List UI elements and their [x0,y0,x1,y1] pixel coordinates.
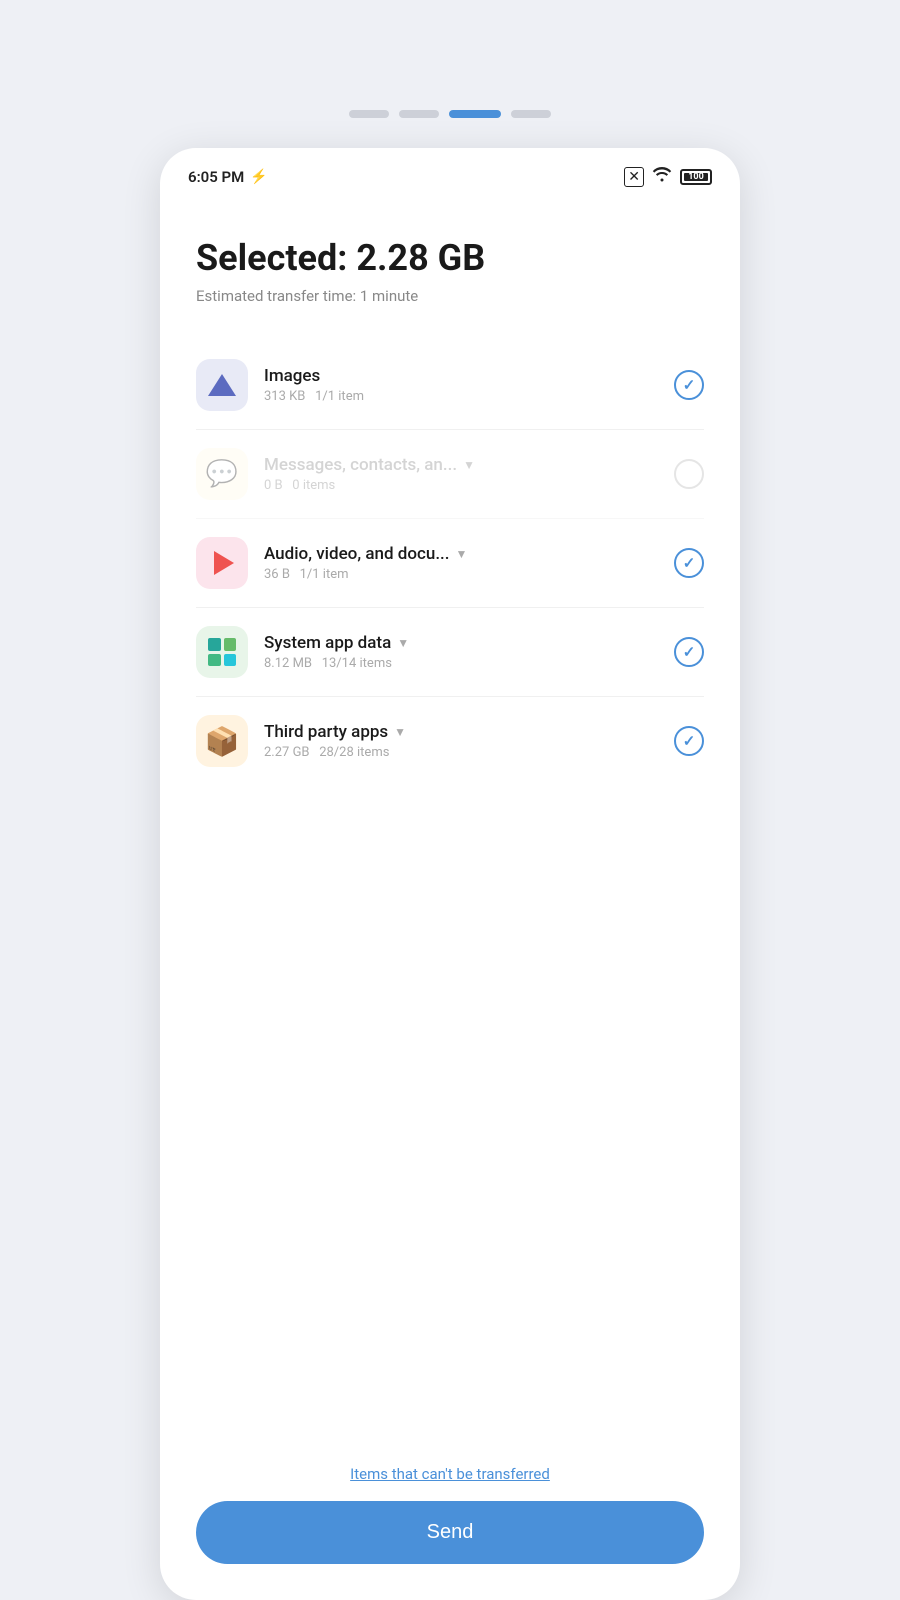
send-button[interactable]: Send [196,1501,704,1564]
audio-play-icon [214,551,234,575]
third-name-text: Third party apps [264,722,388,742]
messages-checkbox[interactable] [674,459,704,489]
images-icon-wrap [196,359,248,411]
audio-name: Audio, video, and docu... ▼ [264,544,658,564]
system-checkbox[interactable]: ✓ [674,637,704,667]
images-name: Images [264,366,658,386]
indicator-3[interactable] [449,110,501,118]
list-item[interactable]: Images 313 KB 1/1 item ✓ [196,341,704,430]
third-meta: 2.27 GB 28/28 items [264,745,658,760]
third-name: Third party apps ▼ [264,722,658,742]
third-checkbox[interactable]: ✓ [674,726,704,756]
page-indicators [349,110,551,118]
images-meta: 313 KB 1/1 item [264,389,658,404]
third-icon-wrap: 📦 [196,715,248,767]
battery-icon: 100 [680,169,712,185]
third-info: Third party apps ▼ 2.27 GB 28/28 items [264,722,658,760]
wifi-icon [652,166,672,187]
battery-text: 100 [688,172,704,182]
audio-info: Audio, video, and docu... ▼ 36 B 1/1 ite… [264,544,658,582]
status-icons: ✕ 100 [624,166,712,187]
system-meta: 8.12 MB 13/14 items [264,656,658,671]
third-box-icon: 📦 [205,725,240,758]
audio-icon-wrap [196,537,248,589]
third-checkmark: ✓ [683,732,696,750]
indicator-1[interactable] [349,110,389,118]
third-dropdown-icon: ▼ [394,725,406,739]
cam-indicator: ✕ [624,167,644,187]
audio-checkmark: ✓ [683,554,696,572]
cam-x: ✕ [628,169,640,185]
audio-dropdown-icon: ▼ [456,547,468,561]
system-checkmark: ✓ [683,643,696,661]
cant-transfer-link[interactable]: Items that can't be transferred [350,1465,550,1483]
charge-icon: ⚡ [250,169,267,185]
system-name: System app data ▼ [264,633,658,653]
time-text: 6:05 PM [188,168,244,186]
messages-info: Messages, contacts, an... ▼ 0 B 0 items [264,455,658,493]
messages-dropdown-icon: ▼ [463,458,475,472]
images-checkbox[interactable]: ✓ [674,370,704,400]
list-item[interactable]: Audio, video, and docu... ▼ 36 B 1/1 ite… [196,519,704,608]
list-item[interactable]: 📦 Third party apps ▼ 2.27 GB 28/28 items… [196,697,704,785]
system-icon-wrap [196,626,248,678]
indicator-4[interactable] [511,110,551,118]
messages-meta: 0 B 0 items [264,478,658,493]
audio-checkbox[interactable]: ✓ [674,548,704,578]
indicator-2[interactable] [399,110,439,118]
status-bar: 6:05 PM ⚡ ✕ 100 [160,148,740,197]
system-info: System app data ▼ 8.12 MB 13/14 items [264,633,658,671]
system-grid-icon [208,638,236,666]
images-checkmark: ✓ [683,376,696,394]
list-item[interactable]: 💬 Messages, contacts, an... ▼ 0 B 0 item… [196,430,704,519]
selected-title: Selected: 2.28 GB [196,237,704,279]
system-dropdown-icon: ▼ [397,636,409,650]
main-content: Selected: 2.28 GB Estimated transfer tim… [160,197,740,1445]
messages-chat-icon: 💬 [206,459,238,489]
audio-meta: 36 B 1/1 item [264,567,658,582]
list-item[interactable]: System app data ▼ 8.12 MB 13/14 items ✓ [196,608,704,697]
messages-name: Messages, contacts, an... ▼ [264,455,658,475]
images-triangle-icon [208,374,236,396]
images-info: Images 313 KB 1/1 item [264,366,658,404]
footer: Items that can't be transferred Send [160,1445,740,1600]
status-time: 6:05 PM ⚡ [188,168,268,186]
phone-frame: 6:05 PM ⚡ ✕ 100 Selected: 2.28 GB Estima… [160,148,740,1600]
messages-icon-wrap: 💬 [196,448,248,500]
transfer-list: Images 313 KB 1/1 item ✓ 💬 Messages, con… [196,341,704,785]
estimated-time: Estimated transfer time: 1 minute [196,287,704,305]
